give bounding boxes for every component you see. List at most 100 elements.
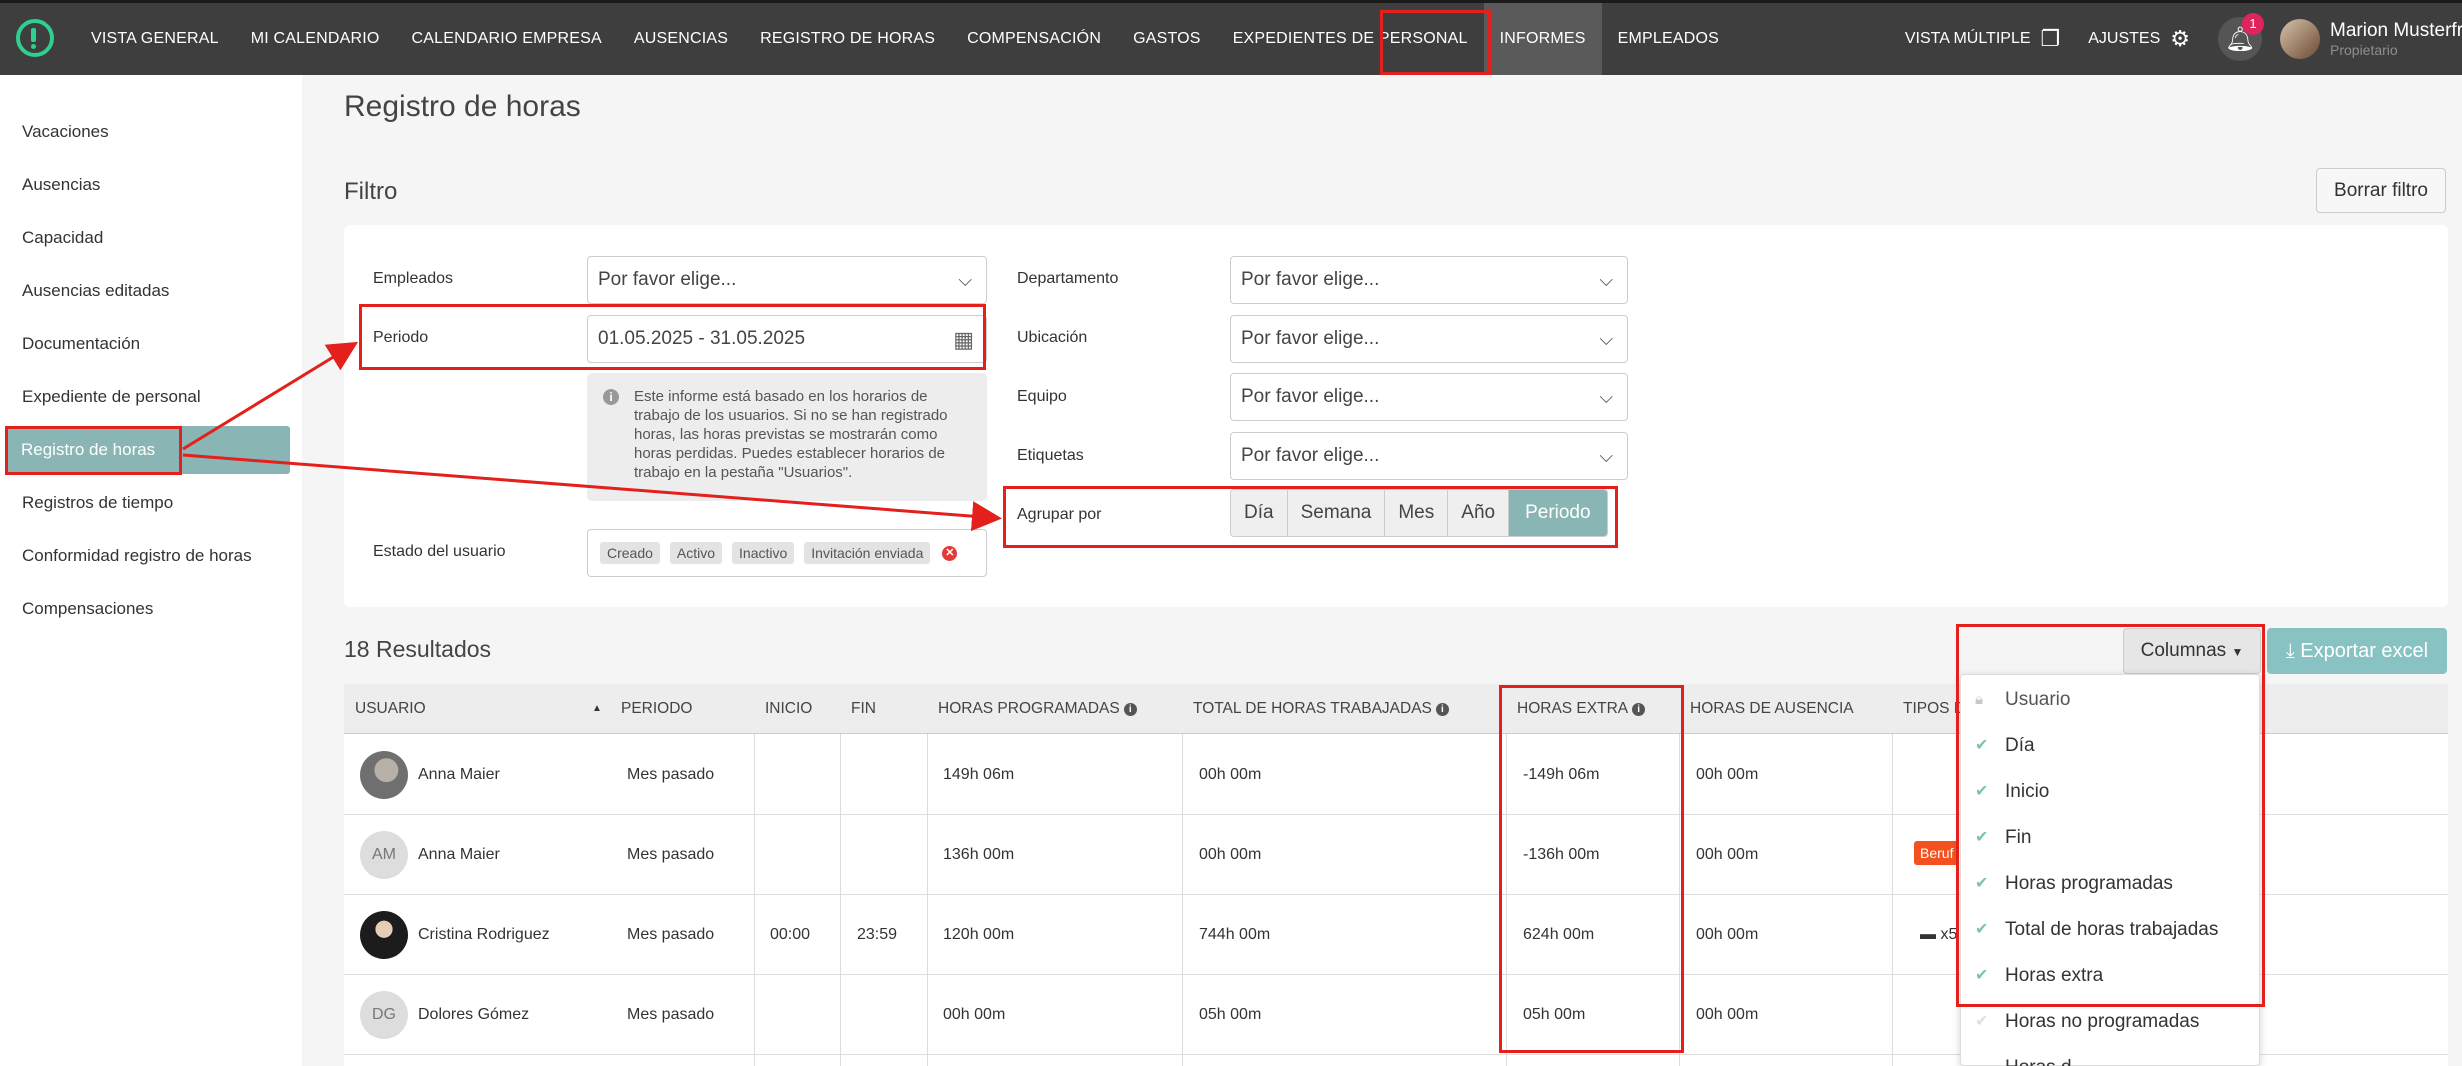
column-option-usuario: 🔒︎ Usuario bbox=[1961, 677, 2259, 723]
column-header-fin[interactable]: FIN bbox=[851, 684, 876, 734]
extra-cell: -149h 06m bbox=[1523, 766, 1600, 783]
periodo-cell: Mes pasado bbox=[627, 926, 715, 943]
departamento-label: Departamento bbox=[1017, 270, 1119, 287]
user-name-cell[interactable]: Anna Maier bbox=[418, 815, 500, 895]
columns-dropdown-button[interactable]: Columnas ▼ bbox=[2123, 628, 2261, 674]
sidebar-item-expediente-de-personal[interactable]: Expediente de personal bbox=[0, 370, 290, 423]
user-name-cell[interactable]: Cristina Rodriguez bbox=[418, 895, 550, 975]
status-tag-invitacion-enviada[interactable]: Invitación enviada bbox=[804, 542, 931, 564]
ubicacion-select[interactable]: Por favor elige... ⌵ bbox=[1230, 315, 1628, 363]
results-count: 18 Resultados bbox=[344, 636, 492, 662]
absence-type-badge: Beruf bbox=[1914, 841, 1960, 865]
etiquetas-placeholder: Por favor elige... bbox=[1241, 445, 1380, 466]
info-line: horas perdidas. Puedes establecer horari… bbox=[634, 445, 946, 462]
sidebar-item-ausencias[interactable]: Ausencias bbox=[0, 158, 290, 211]
calendar-icon[interactable]: ▦ bbox=[953, 317, 974, 363]
empleados-placeholder: Por favor elige... bbox=[598, 269, 737, 290]
nav-gastos[interactable]: GASTOS bbox=[1117, 3, 1217, 75]
multi-view-button[interactable]: VISTA MÚLTIPLE ❐ bbox=[1905, 26, 2060, 52]
nav-mi-calendario[interactable]: MI CALENDARIO bbox=[235, 3, 396, 75]
column-header-horas-extra[interactable]: HORAS EXTRA i bbox=[1517, 684, 1646, 734]
sidebar-item-ausencias-editadas[interactable]: Ausencias editadas bbox=[0, 264, 290, 317]
settings-button[interactable]: AJUSTES ⚙ bbox=[2088, 26, 2190, 52]
group-by-semana-button[interactable]: Semana bbox=[1287, 490, 1386, 536]
column-header-usuario[interactable]: USUARIO bbox=[355, 684, 426, 734]
column-option-fin[interactable]: ✔ Fin bbox=[1961, 815, 2259, 861]
clear-status-icon[interactable]: ✕ bbox=[942, 545, 958, 561]
checkmark-icon: ✔ bbox=[1975, 875, 1989, 892]
nav-empleados[interactable]: EMPLEADOS bbox=[1602, 3, 1735, 75]
status-tag-inactivo[interactable]: Inactivo bbox=[732, 542, 795, 564]
page-title: Registro de horas bbox=[344, 90, 581, 123]
sidebar-item-registro-de-horas[interactable]: Registro de horas bbox=[7, 426, 290, 474]
column-option-horas-d[interactable]: Horas d bbox=[1961, 1045, 2259, 1066]
nav-vista-general[interactable]: VISTA GENERAL bbox=[75, 3, 235, 75]
etiquetas-select[interactable]: Por favor elige... ⌵ bbox=[1230, 432, 1628, 480]
avatar: AM bbox=[360, 831, 408, 879]
column-option-label: Horas extra bbox=[2005, 965, 2104, 986]
group-by-dia-button[interactable]: Día bbox=[1231, 490, 1288, 536]
empleados-label: Empleados bbox=[373, 270, 454, 287]
columns-dropdown-menu: 🔒︎ Usuario ✔ Día ✔ Inicio ✔ Fin ✔ Horas progr… bbox=[1960, 674, 2260, 1066]
equipo-label: Equipo bbox=[1017, 388, 1067, 405]
reports-sidebar: Vacaciones Ausencias Capacidad Ausencias… bbox=[0, 75, 302, 1066]
chevron-down-icon: ⌵ bbox=[1599, 270, 1613, 290]
nav-ausencias[interactable]: AUSENCIAS bbox=[618, 3, 744, 75]
column-header-horas-programadas[interactable]: HORAS PROGRAMADAS i bbox=[938, 684, 1137, 734]
nav-informes[interactable]: INFORMES bbox=[1483, 3, 1602, 75]
column-header-tipos[interactable]: TIPOS D bbox=[1903, 684, 1965, 734]
estado-usuario-select[interactable]: Creado Activo Inactivo Invitación enviad… bbox=[587, 529, 987, 577]
info-icon[interactable]: i bbox=[1632, 703, 1646, 716]
column-header-horas-extra-label: HORAS EXTRA bbox=[1517, 700, 1629, 717]
group-by-periodo-button[interactable]: Periodo bbox=[1509, 490, 1607, 536]
sort-ascending-icon[interactable]: ▲ bbox=[592, 684, 602, 734]
column-option-dia[interactable]: ✔ Día bbox=[1961, 723, 2259, 769]
periodo-date-range-input[interactable]: 01.05.2025 - 31.05.2025 ▦ bbox=[587, 315, 987, 363]
ausencia-cell: 00h 00m bbox=[1696, 926, 1759, 943]
nav-registro-de-horas[interactable]: REGISTRO DE HORAS bbox=[744, 3, 951, 75]
column-header-horas-ausencia[interactable]: HORAS DE AUSENCIA bbox=[1690, 684, 1854, 734]
user-name-cell[interactable]: Dolores Gómez bbox=[418, 975, 529, 1055]
empleados-select[interactable]: Por favor elige... ⌵ bbox=[587, 256, 987, 304]
column-option-total-horas-trabajadas[interactable]: ✔ Total de horas trabajadas bbox=[1961, 907, 2259, 953]
inicio-cell: 00:00 bbox=[770, 926, 811, 943]
user-avatar[interactable] bbox=[2280, 19, 2320, 59]
app-logo[interactable] bbox=[16, 19, 54, 57]
column-header-inicio[interactable]: INICIO bbox=[765, 684, 812, 734]
info-icon[interactable]: i bbox=[1123, 703, 1137, 716]
group-by-mes-button[interactable]: Mes bbox=[1385, 490, 1449, 536]
notifications-button[interactable]: 🔔︎ 1 bbox=[2218, 13, 2264, 61]
sidebar-item-capacidad[interactable]: Capacidad bbox=[0, 211, 290, 264]
info-line: Este informe está basado en los horarios… bbox=[634, 388, 928, 405]
column-header-total-horas-trabajadas[interactable]: TOTAL DE HORAS TRABAJADAS i bbox=[1193, 684, 1449, 734]
nav-expedientes-de-personal[interactable]: EXPEDIENTES DE PERSONAL bbox=[1217, 3, 1484, 75]
column-option-label: Fin bbox=[2005, 827, 2032, 848]
nav-compensacion[interactable]: COMPENSACIÓN bbox=[951, 3, 1117, 75]
column-option-label: Horas programadas bbox=[2005, 873, 2173, 894]
chevron-down-icon: ⌵ bbox=[1599, 446, 1613, 466]
sidebar-item-vacaciones[interactable]: Vacaciones bbox=[0, 105, 290, 158]
ausencia-cell: 00h 00m bbox=[1696, 846, 1759, 863]
user-menu[interactable]: Marion Musterfr Propietario bbox=[2330, 20, 2462, 58]
nav-calendario-empresa[interactable]: CALENDARIO EMPRESA bbox=[396, 3, 618, 75]
status-tag-activo[interactable]: Activo bbox=[669, 542, 723, 564]
column-option-inicio[interactable]: ✔ Inicio bbox=[1961, 769, 2259, 815]
column-option-horas-extra[interactable]: ✔ Horas extra bbox=[1961, 953, 2259, 999]
clear-filter-button[interactable]: Borrar filtro bbox=[2316, 168, 2446, 213]
column-option-horas-programadas[interactable]: ✔ Horas programadas bbox=[1961, 861, 2259, 907]
column-header-total-horas-trabajadas-label: TOTAL DE HORAS TRABAJADAS bbox=[1193, 700, 1432, 717]
departamento-select[interactable]: Por favor elige... ⌵ bbox=[1230, 256, 1628, 304]
column-header-periodo[interactable]: PERIODO bbox=[621, 684, 692, 734]
info-icon[interactable]: i bbox=[1435, 703, 1449, 716]
sidebar-item-registros-de-tiempo[interactable]: Registros de tiempo bbox=[0, 476, 290, 529]
column-option-horas-no-programadas[interactable]: ✔ Horas no programadas bbox=[1961, 999, 2259, 1045]
equipo-select[interactable]: Por favor elige... ⌵ bbox=[1230, 373, 1628, 421]
status-tag-creado[interactable]: Creado bbox=[600, 542, 660, 564]
sidebar-item-documentacion[interactable]: Documentación bbox=[0, 317, 290, 370]
sidebar-item-conformidad-registro-de-horas[interactable]: Conformidad registro de horas bbox=[0, 529, 290, 582]
sidebar-item-compensaciones[interactable]: Compensaciones bbox=[0, 582, 290, 635]
group-by-ano-button[interactable]: Año bbox=[1448, 490, 1510, 536]
user-name-cell[interactable]: Anna Maier bbox=[418, 735, 500, 815]
column-option-label: Día bbox=[2005, 735, 2035, 756]
export-excel-button[interactable]: ⤓ Exportar excel bbox=[2267, 628, 2447, 674]
